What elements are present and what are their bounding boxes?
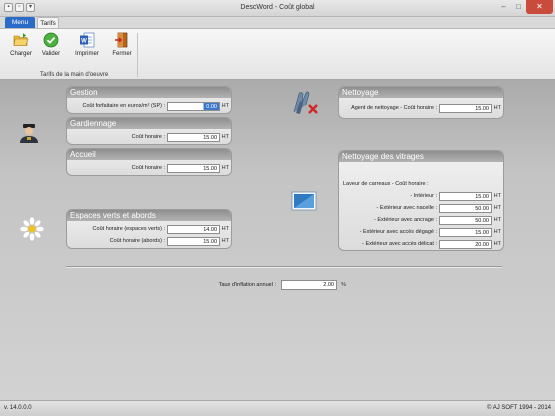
accueil-cost-unit: HT [221, 165, 229, 171]
section-gardiennage-title: Gardiennage [67, 118, 231, 129]
inflation-input[interactable] [281, 280, 337, 290]
cleaning-glove-icon [293, 91, 318, 114]
espaces-verts-input[interactable] [167, 225, 220, 234]
vitrages-row-acces-delicat: - Extérieur avec accès délicat : HT [339, 240, 503, 249]
section-espaces-verts-title: Espaces verts et abords [67, 210, 231, 221]
gestion-cost-label: Coût forfaitaire en euros/m² (SP) : [82, 103, 165, 109]
valider-button[interactable]: Valider [38, 32, 64, 57]
espaces-verts-label: Coût horaire (espaces verts) : [92, 226, 165, 232]
vitrages-ancrage-label: - Extérieur avec ancrage : [374, 217, 437, 223]
close-button[interactable]: ✕ [526, 0, 553, 14]
section-vitrages-title: Nettoyage des vitrages [339, 151, 503, 162]
window-glass-icon [291, 191, 317, 211]
status-bar: v. 14.0.0.0 © AJ SOFT 1994 - 2014 [0, 400, 555, 416]
espaces-verts-unit: HT [221, 226, 229, 232]
gestion-cost-input[interactable] [167, 102, 220, 111]
vitrages-nacelle-label: - Extérieur avec nacelle : [376, 205, 437, 211]
gestion-row: Coût forfaitaire en euros/m² (SP) : HT [67, 102, 231, 111]
tab-menu[interactable]: Menu [5, 17, 35, 28]
window-title: DescWord - Coût global [240, 4, 315, 11]
vitrages-ancrage-unit: HT [493, 217, 501, 223]
valider-label: Valider [41, 51, 61, 57]
gardiennage-cost-label: Coût horaire : [131, 134, 165, 140]
maximize-button[interactable]: □ [511, 0, 526, 14]
gardiennage-row: Coût horaire : HT [67, 133, 231, 142]
espaces-row-verts: Coût horaire (espaces verts) : HT [67, 225, 231, 234]
accueil-row: Coût horaire : HT [67, 164, 231, 173]
window-controls: – □ ✕ [496, 0, 553, 14]
title-bar: ▪ ▫ ▾ DescWord - Coût global – □ ✕ [0, 0, 555, 17]
espaces-row-abords: Coût horaire (abords) : HT [67, 237, 231, 246]
ribbon-group-label: Tarifs de la main d'oeuvre [40, 72, 109, 78]
main-panel: Gestion Coût forfaitaire en euros/m² (SP… [0, 80, 555, 400]
word-document-icon: W [80, 32, 95, 48]
vitrages-row-interieur: - Intérieur : HT [339, 192, 503, 201]
charger-label: Charger [10, 51, 32, 57]
fermer-label: Fermer [112, 51, 132, 57]
fermer-button[interactable]: Fermer [109, 32, 135, 57]
inflation-row: Taux d'inflation annuel : % [200, 280, 348, 290]
vitrages-acces-degage-unit: HT [493, 229, 501, 235]
vitrages-row-ancrage: - Extérieur avec ancrage : HT [339, 216, 503, 225]
ribbon-tabs: Menu Tarifs [0, 17, 555, 28]
espaces-abords-label: Coût horaire (abords) : [109, 238, 165, 244]
nettoyage-cost-unit: HT [493, 105, 501, 111]
section-espaces-verts: Espaces verts et abords Coût horaire (es… [66, 209, 232, 249]
vitrages-interieur-unit: HT [493, 193, 501, 199]
flower-icon [20, 217, 44, 241]
vitrages-nacelle-unit: HT [493, 205, 501, 211]
check-circle-icon [43, 32, 59, 48]
vitrages-acces-delicat-input[interactable] [439, 240, 492, 249]
vitrages-ancrage-input[interactable] [439, 216, 492, 225]
section-gestion-title: Gestion [67, 87, 231, 98]
vitrages-heading: Laveur de carreaux - Coût horaire : [343, 181, 429, 187]
vitrages-acces-degage-label: - Extérieur avec accès dégagé : [359, 229, 437, 235]
folder-open-icon [13, 33, 29, 46]
section-accueil: Accueil Coût horaire : HT [66, 148, 232, 176]
exit-door-icon [115, 32, 128, 48]
gestion-cost-unit: HT [221, 103, 229, 109]
inflation-unit: % [341, 282, 346, 288]
security-guard-icon [20, 124, 38, 143]
version-text: v. 14.0.0.0 [4, 405, 32, 411]
section-gestion: Gestion Coût forfaitaire en euros/m² (SP… [66, 86, 232, 114]
vitrages-interieur-label: - Intérieur : [410, 193, 437, 199]
section-nettoyage: Nettoyage Agent de nettoyage - Coût hora… [338, 86, 504, 119]
imprimer-button[interactable]: W Imprimer [74, 32, 100, 57]
section-vitrages: Nettoyage des vitrages Laveur de carreau… [338, 150, 504, 251]
inflation-label: Taux d'inflation annuel : [218, 282, 276, 288]
vitrages-interieur-input[interactable] [439, 192, 492, 201]
content-divider [66, 266, 502, 267]
vitrages-acces-delicat-label: - Extérieur avec accès délicat : [362, 241, 437, 247]
imprimer-label: Imprimer [75, 51, 99, 57]
nettoyage-cost-input[interactable] [439, 104, 492, 113]
nettoyage-row: Agent de nettoyage - Coût horaire : HT [339, 104, 503, 113]
gardiennage-cost-input[interactable] [167, 133, 220, 142]
vitrages-row-nacelle: - Extérieur avec nacelle : HT [339, 204, 503, 213]
vitrages-nacelle-input[interactable] [439, 204, 492, 213]
svg-text:W: W [81, 39, 87, 45]
ribbon-group-separator [137, 33, 138, 77]
section-accueil-title: Accueil [67, 149, 231, 160]
vitrages-acces-degage-input[interactable] [439, 228, 492, 237]
section-nettoyage-title: Nettoyage [339, 87, 503, 98]
charger-button[interactable]: Charger [8, 32, 34, 57]
espaces-abords-input[interactable] [167, 237, 220, 246]
minimize-button[interactable]: – [496, 0, 511, 14]
tab-tarifs[interactable]: Tarifs [37, 17, 59, 28]
ribbon: Charger Valider W Imprimer Fermer Tarifs… [0, 28, 555, 80]
gardiennage-cost-unit: HT [221, 134, 229, 140]
accueil-cost-input[interactable] [167, 164, 220, 173]
nettoyage-cost-label: Agent de nettoyage - Coût horaire : [351, 105, 437, 111]
accueil-cost-label: Coût horaire : [131, 165, 165, 171]
vitrages-acces-delicat-unit: HT [493, 241, 501, 247]
vitrages-row-acces-degage: - Extérieur avec accès dégagé : HT [339, 228, 503, 237]
section-gardiennage: Gardiennage Coût horaire : HT [66, 117, 232, 145]
espaces-abords-unit: HT [221, 238, 229, 244]
copyright-text: © AJ SOFT 1994 - 2014 [486, 405, 551, 411]
